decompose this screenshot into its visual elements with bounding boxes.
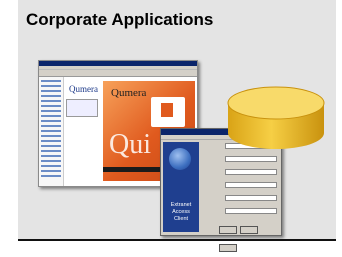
dialog-fields <box>203 143 277 221</box>
hero-logo-text: Qumera <box>111 87 147 99</box>
dialog-side-text: Extranet Access Client <box>170 202 192 222</box>
browser-nav-list <box>39 77 64 186</box>
dialog-button <box>219 244 237 252</box>
browser-login-form <box>66 99 98 117</box>
product-box-icon <box>151 97 185 127</box>
dialog-field <box>225 195 277 201</box>
globe-icon <box>169 148 191 170</box>
dialog-field <box>225 182 277 188</box>
database-icon <box>227 86 325 149</box>
dialog-button <box>219 226 237 234</box>
hero-large-text: Qui <box>109 129 151 160</box>
dialog-field <box>225 169 277 175</box>
dialog-side-banner: Extranet Access Client <box>163 142 199 232</box>
bottom-divider <box>18 239 336 241</box>
dialog-button <box>240 226 258 234</box>
dialog-field <box>225 208 277 214</box>
dialog-field <box>225 156 277 162</box>
slide-title: Corporate Applications <box>26 10 214 29</box>
browser-logo-text: Qumera <box>69 84 98 94</box>
browser-toolbar <box>39 70 197 77</box>
